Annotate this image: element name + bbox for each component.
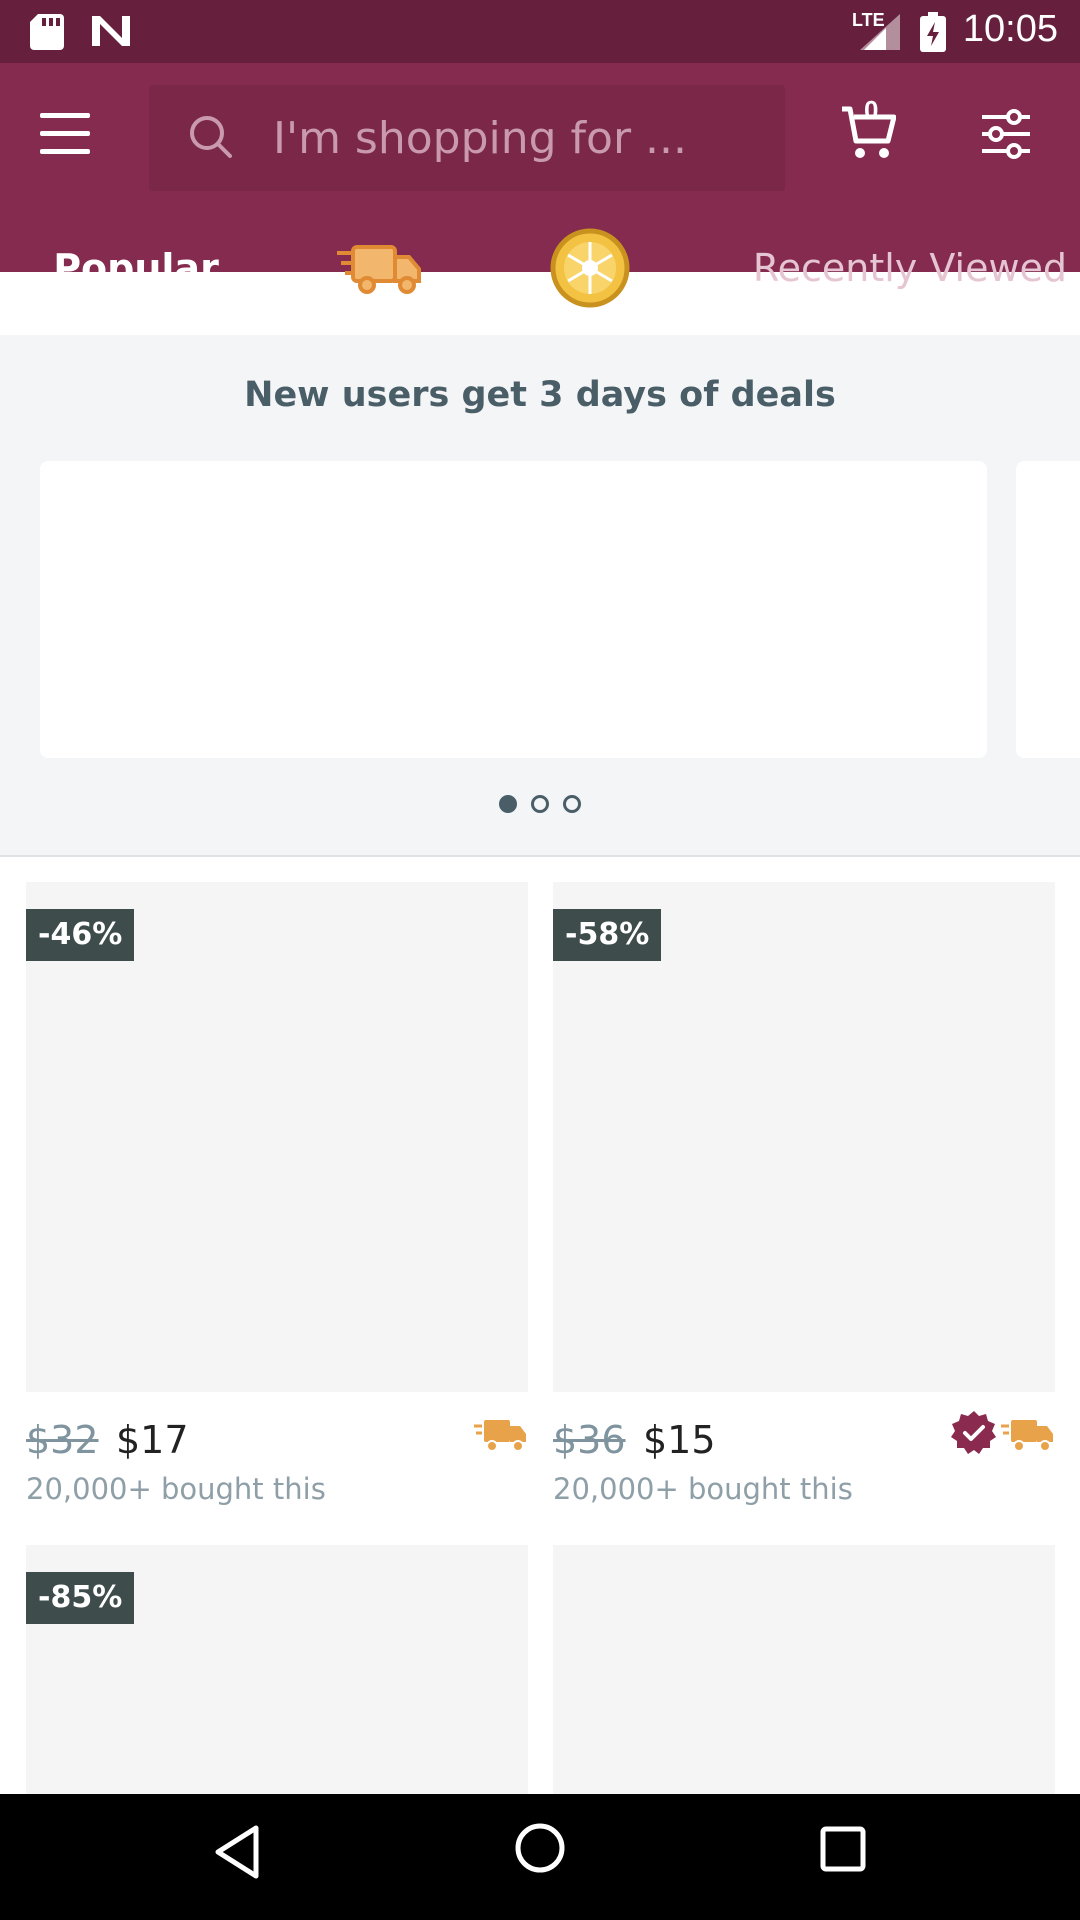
purchase-count: 20,000+ bought this <box>553 1472 853 1506</box>
discount-badge: -58% <box>553 909 662 961</box>
product-image[interactable]: -85% <box>26 1545 528 1795</box>
search-input[interactable]: I'm shopping for ... <box>149 85 785 191</box>
system-nav-bar <box>0 1794 1080 1920</box>
promo-carousel-card-next[interactable] <box>1016 461 1080 758</box>
cart-button[interactable]: 0 <box>840 95 897 166</box>
original-price: $32 <box>26 1418 99 1462</box>
filter-sliders-icon <box>982 109 1030 159</box>
tab-prize-wheel[interactable] <box>510 200 670 335</box>
price-row: $36 $15 <box>553 1408 1055 1468</box>
home-icon[interactable] <box>514 1822 566 1874</box>
discount-badge: -46% <box>26 909 135 961</box>
filter-button[interactable] <box>980 109 1032 164</box>
price-row: $32 $17 <box>26 1408 528 1468</box>
product-card[interactable]: -46% $32 $17 20,000+ bought this <box>26 882 528 1506</box>
tab-recently-viewed[interactable]: Recently Viewed <box>740 200 1080 335</box>
discount-badge: -85% <box>26 1572 135 1624</box>
hamburger-line <box>40 131 90 136</box>
menu-button[interactable] <box>40 113 106 173</box>
back-icon[interactable] <box>212 1824 262 1880</box>
carousel-dot[interactable] <box>498 795 517 813</box>
search-placeholder: I'm shopping for ... <box>273 113 687 164</box>
carousel-dot[interactable] <box>531 795 549 813</box>
recents-icon[interactable] <box>820 1826 866 1872</box>
product-image[interactable]: -58% <box>553 882 1055 1392</box>
hamburger-line <box>40 113 90 118</box>
search-icon <box>190 116 232 158</box>
sale-price: $17 <box>116 1418 189 1462</box>
carousel-dot[interactable] <box>563 795 582 813</box>
product-image[interactable]: -46% <box>26 882 528 1392</box>
promo-section: New users get 3 days of deals <box>0 335 1080 857</box>
signal-icon <box>860 14 900 50</box>
product-card[interactable]: -58% $36 $15 20,000+ bought this <box>553 882 1055 1506</box>
prize-wheel-icon <box>550 228 630 307</box>
promo-carousel-card[interactable] <box>40 461 987 758</box>
promo-title: New users get 3 days of deals <box>244 375 836 415</box>
clock: 10:05 <box>962 8 1058 50</box>
sd-card-icon <box>30 14 64 50</box>
product-image[interactable] <box>553 1545 1055 1795</box>
product-card[interactable]: -85% <box>26 1545 528 1795</box>
hamburger-line <box>40 149 90 154</box>
carousel-pagination <box>0 795 1080 818</box>
verified-badge-icon <box>951 1411 996 1454</box>
tab-label: Popular <box>53 245 219 290</box>
status-bar: LTE 10:05 <box>0 0 1080 63</box>
n-notification-icon <box>92 16 130 46</box>
fast-shipping-truck-icon <box>474 1420 526 1452</box>
cart-count: 0 <box>864 95 879 125</box>
tab-popular[interactable]: Popular <box>0 200 272 335</box>
tab-fast-shipping[interactable] <box>300 200 460 335</box>
sale-price: $15 <box>643 1418 716 1462</box>
battery-charging-icon <box>920 12 946 52</box>
category-tabs: Popular Recently Viewed <box>0 200 1080 335</box>
product-card[interactable] <box>553 1545 1055 1795</box>
purchase-count: 20,000+ bought this <box>26 1472 326 1506</box>
tab-label: Recently Viewed <box>752 245 1068 290</box>
original-price: $36 <box>553 1418 626 1462</box>
fast-shipping-truck-icon <box>1001 1420 1053 1452</box>
fast-shipping-truck-icon <box>337 244 421 294</box>
